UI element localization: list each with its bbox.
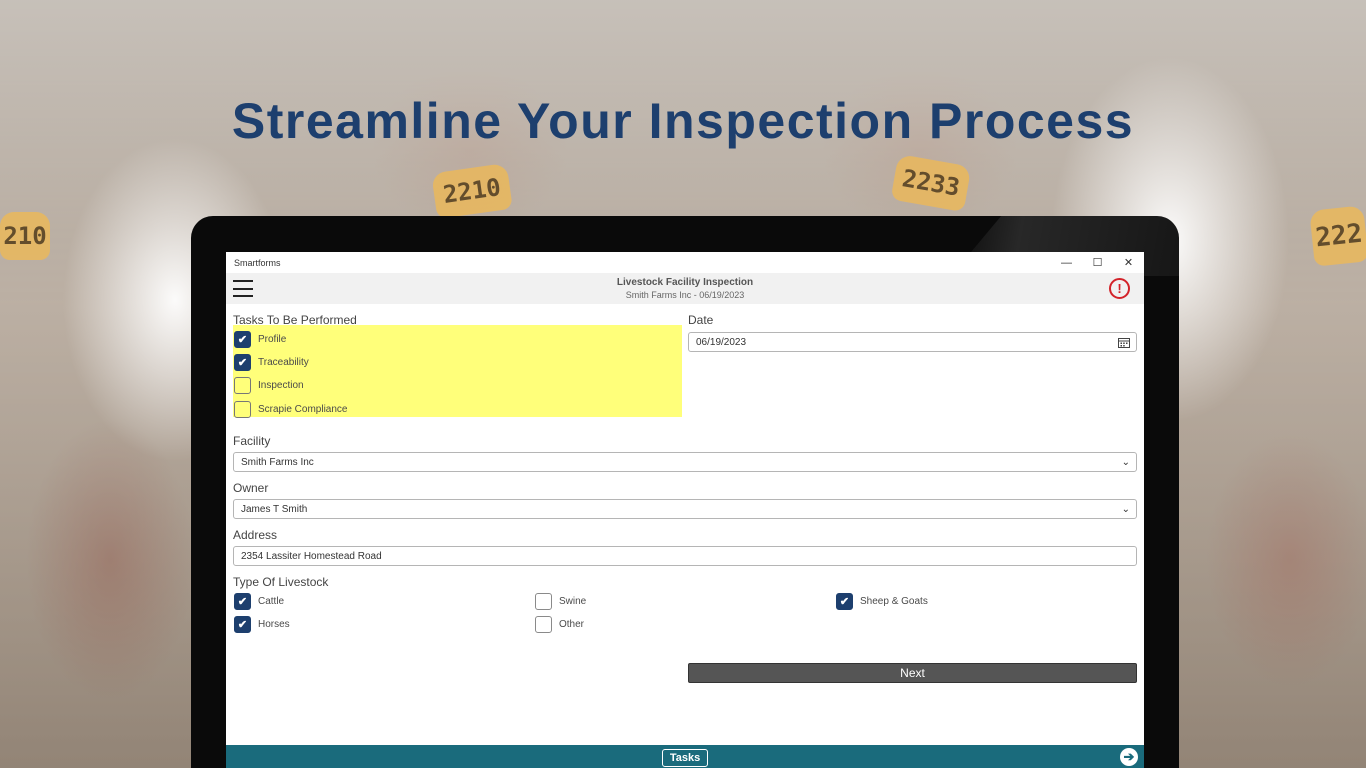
date-field[interactable]: 06/19/2023: [688, 332, 1137, 352]
livestock-option-label: Other: [559, 619, 585, 630]
livestock-option-label: Cattle: [258, 596, 285, 607]
livestock-checkbox-horses[interactable]: ✔ Horses: [234, 616, 290, 633]
next-button[interactable]: Next: [688, 663, 1137, 683]
facility-select[interactable]: Smith Farms Inc ⌄: [233, 452, 1137, 472]
page-headline: Streamline Your Inspection Process: [231, 93, 1135, 149]
menu-icon[interactable]: [233, 280, 253, 297]
livestock-label: Type Of Livestock: [233, 575, 329, 589]
checkbox-icon[interactable]: [234, 377, 251, 394]
window-app-name: Smartforms: [234, 257, 281, 268]
checkbox-icon[interactable]: ✔: [234, 593, 251, 610]
date-label: Date: [688, 313, 714, 327]
form-subtitle: Smith Farms Inc - 06/19/2023: [625, 290, 745, 300]
owner-label: Owner: [233, 481, 269, 495]
ear-tag: 210: [0, 212, 50, 260]
task-checkbox-traceability[interactable]: ✔ Traceability: [234, 354, 309, 371]
task-label: Scrapie Compliance: [258, 404, 348, 415]
chevron-down-icon: ⌄: [1121, 456, 1130, 468]
task-label: Traceability: [258, 357, 309, 368]
livestock-checkbox-sheep-goats[interactable]: ✔ Sheep & Goats: [836, 593, 928, 610]
livestock-checkbox-swine[interactable]: Swine: [535, 593, 586, 610]
minimize-button[interactable]: —: [1051, 252, 1082, 273]
calendar-icon[interactable]: [1118, 337, 1130, 348]
task-checkbox-profile[interactable]: ✔ Profile: [234, 331, 286, 348]
address-label: Address: [233, 528, 278, 542]
owner-value: James T Smith: [241, 503, 308, 515]
address-value: 2354 Lassiter Homestead Road: [241, 550, 382, 562]
livestock-option-label: Horses: [258, 619, 290, 630]
footer-bar: Tasks ➔: [226, 745, 1144, 768]
ear-tag: 222: [1309, 205, 1366, 267]
chevron-down-icon: ⌄: [1121, 503, 1130, 515]
checkbox-icon[interactable]: [535, 593, 552, 610]
livestock-option-label: Swine: [559, 596, 587, 607]
app-header: Livestock Facility Inspection Smith Farm…: [226, 273, 1144, 304]
close-button[interactable]: ✕: [1113, 252, 1144, 273]
owner-select[interactable]: James T Smith ⌄: [233, 499, 1137, 519]
tasks-button[interactable]: Tasks: [662, 749, 708, 767]
facility-label: Facility: [233, 434, 271, 448]
task-label: Inspection: [258, 380, 304, 391]
arrow-right-icon[interactable]: ➔: [1120, 748, 1138, 766]
task-label: Profile: [258, 334, 287, 345]
maximize-button[interactable]: ☐: [1082, 252, 1113, 273]
window-titlebar: Smartforms — ☐ ✕: [226, 252, 1144, 273]
header-titles: Livestock Facility Inspection Smith Farm…: [226, 277, 1144, 300]
address-input[interactable]: 2354 Lassiter Homestead Road: [233, 546, 1137, 566]
task-checkbox-inspection[interactable]: Inspection: [234, 377, 304, 394]
livestock-option-label: Sheep & Goats: [860, 596, 928, 607]
livestock-checkbox-other[interactable]: Other: [535, 616, 584, 633]
checkbox-icon[interactable]: ✔: [836, 593, 853, 610]
checkbox-icon[interactable]: ✔: [234, 354, 251, 371]
checkbox-icon[interactable]: [234, 401, 251, 418]
form-title: Livestock Facility Inspection: [616, 277, 754, 288]
facility-value: Smith Farms Inc: [241, 456, 314, 468]
checkbox-icon[interactable]: ✔: [234, 616, 251, 633]
checkbox-icon[interactable]: [535, 616, 552, 633]
livestock-checkbox-cattle[interactable]: ✔ Cattle: [234, 593, 284, 610]
checkbox-icon[interactable]: ✔: [234, 331, 251, 348]
app-window: Smartforms — ☐ ✕ Livestock Facility Insp…: [226, 252, 1144, 768]
date-value: 06/19/2023: [696, 336, 747, 348]
alert-icon[interactable]: !: [1109, 278, 1130, 299]
task-checkbox-scrapie[interactable]: Scrapie Compliance: [234, 401, 348, 418]
